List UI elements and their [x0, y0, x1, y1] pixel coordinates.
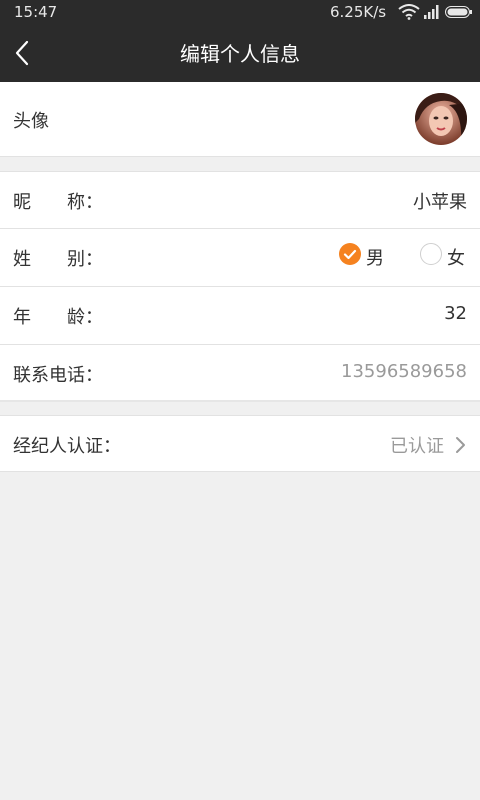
- broker-verification-row[interactable]: 经纪人认证： 已认证: [0, 415, 480, 472]
- page-title: 编辑个人信息: [180, 42, 300, 66]
- avatar-row[interactable]: 头像: [0, 82, 480, 157]
- header-bar: 编辑个人信息: [0, 24, 480, 82]
- phone-value: 13596589658: [341, 361, 467, 382]
- phone-row[interactable]: 联系电话： 13596589658: [0, 345, 480, 402]
- signal-icon: [424, 5, 439, 19]
- gender-male-radio[interactable]: [339, 243, 361, 265]
- gender-female-label[interactable]: 女: [447, 244, 465, 270]
- chevron-right-icon: [456, 437, 465, 453]
- gender-male-label[interactable]: 男: [366, 244, 384, 270]
- broker-label: 经纪人认证：: [13, 436, 121, 457]
- broker-status: 已认证: [390, 436, 444, 457]
- nickname-row[interactable]: 昵 称： 小苹果: [0, 171, 480, 229]
- avatar-label: 头像: [13, 111, 49, 132]
- status-time: 15:47: [14, 3, 58, 21]
- age-label: 年 龄：: [13, 307, 103, 328]
- network-speed: 6.25K/s: [330, 3, 387, 21]
- battery-icon: [445, 6, 472, 18]
- avatar[interactable]: [415, 93, 467, 145]
- age-row[interactable]: 年 龄： 32: [0, 287, 480, 345]
- phone-label: 联系电话：: [13, 365, 103, 386]
- gender-label: 姓 别：: [13, 249, 103, 270]
- nickname-label: 昵 称：: [13, 192, 103, 213]
- status-bar: 15:47 6.25K/s: [0, 0, 480, 24]
- wifi-icon: [398, 4, 420, 20]
- check-icon: [343, 249, 357, 260]
- gender-female-radio[interactable]: [420, 243, 442, 265]
- age-value: 32: [444, 303, 467, 324]
- gender-row: 姓 别： 男 女: [0, 229, 480, 287]
- nickname-value: 小苹果: [413, 192, 467, 213]
